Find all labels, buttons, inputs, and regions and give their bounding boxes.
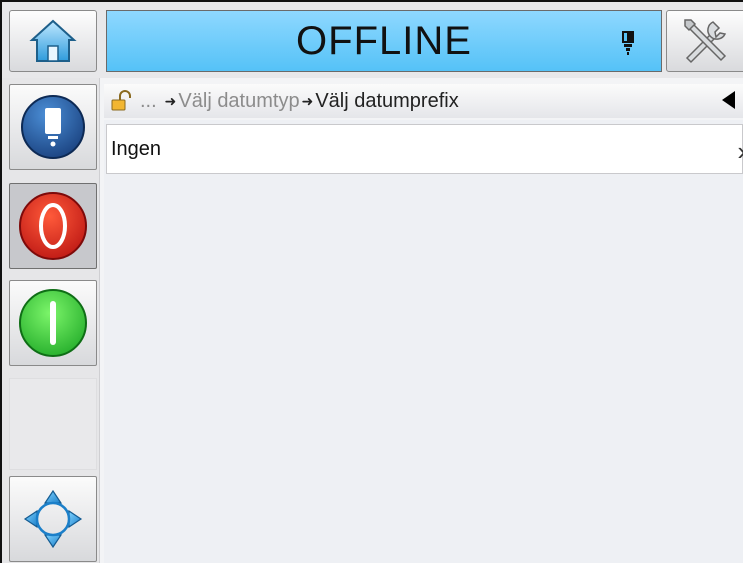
tools-button[interactable]	[666, 10, 743, 72]
breadcrumb-separator: ➜	[301, 92, 314, 109]
breadcrumb-separator: ➜	[164, 92, 177, 109]
empty-slot	[9, 378, 97, 470]
start-button[interactable]	[9, 280, 97, 366]
printer-status-bar[interactable]: OFFLINE	[106, 10, 662, 72]
status-text: OFFLINE	[296, 18, 472, 63]
stop-icon	[19, 192, 87, 260]
home-icon	[29, 19, 77, 62]
breadcrumb-item-valj-datumprefix: Välj datumprefix	[315, 89, 459, 112]
printer-status-button[interactable]	[9, 84, 97, 170]
navigate-arrows-icon	[23, 489, 83, 549]
list-item[interactable]: Ingen ›	[106, 124, 743, 174]
back-arrow-icon[interactable]	[722, 91, 735, 109]
chevron-right-icon: ›	[737, 138, 743, 164]
ink-cartridge-icon	[622, 31, 634, 55]
lock-open-icon[interactable]	[110, 90, 132, 112]
breadcrumb-ellipsis[interactable]: ...	[140, 90, 157, 113]
content-area	[104, 120, 743, 563]
breadcrumb: ... ➜ Välj datumtyp ➜ Välj datumprefix	[104, 84, 743, 118]
home-button[interactable]	[9, 10, 97, 72]
option-list: Ingen ›	[106, 124, 743, 174]
navigate-button[interactable]	[9, 476, 97, 562]
breadcrumb-item-valj-datumtyp[interactable]: Välj datumtyp	[178, 90, 299, 113]
tools-icon	[684, 19, 727, 64]
stop-button[interactable]	[9, 183, 97, 269]
printer-status-icon	[21, 95, 85, 159]
list-item-label: Ingen	[111, 137, 162, 160]
start-icon	[19, 289, 87, 357]
